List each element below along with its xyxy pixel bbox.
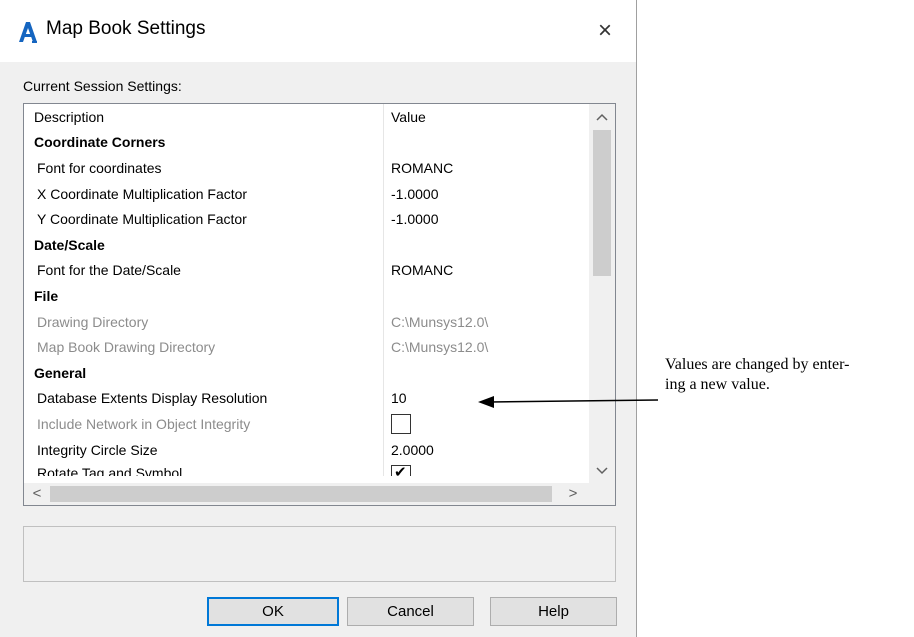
horizontal-scroll-thumb[interactable] <box>50 486 552 502</box>
setting-description: General <box>34 364 87 381</box>
title-bar: Map Book Settings × <box>0 0 636 62</box>
grid-setting-row[interactable]: Font for coordinates ROMANC <box>24 155 589 181</box>
setting-value-cell <box>383 462 589 477</box>
grid-setting-row[interactable]: Map Book Drawing Directory C:\Munsys12.0\ <box>24 334 589 360</box>
window-title: Map Book Settings <box>46 18 206 39</box>
grid-setting-row[interactable]: X Coordinate Multiplication Factor -1.000… <box>24 180 589 207</box>
setting-description: Map Book Drawing Directory <box>37 339 216 356</box>
description-panel <box>23 526 616 582</box>
setting-description: Integrity Circle Size <box>37 441 158 458</box>
setting-description: Font for the Date/Scale <box>37 262 181 279</box>
grid-setting-row[interactable]: Rotate Tag and Symbol <box>24 462 589 477</box>
setting-description: Font for coordinates <box>37 159 162 176</box>
setting-description: X Coordinate Multiplication Factor <box>37 185 248 202</box>
setting-value[interactable]: ROMANC <box>383 257 589 284</box>
map-book-settings-dialog: Map Book Settings × Current Session Sett… <box>0 0 637 637</box>
annotation-line-1: Values are changed by enter- <box>665 356 850 373</box>
setting-description: Y Coordinate Multiplication Factor <box>37 211 247 228</box>
setting-description: Rotate Tag and Symbol <box>37 465 183 477</box>
annotation-line-2: ing a new value. <box>665 376 770 393</box>
grid-setting-row[interactable]: Y Coordinate Multiplication Factor -1.000… <box>24 206 589 232</box>
vertical-scrollbar[interactable] <box>589 104 615 484</box>
help-button[interactable]: Help <box>490 597 617 626</box>
grid-category-row: Coordinate Corners <box>24 129 589 156</box>
setting-description: Coordinate Corners <box>34 134 166 151</box>
setting-value[interactable]: ROMANC <box>383 155 589 181</box>
grid-setting-row[interactable]: Integrity Circle Size 2.0000 <box>24 436 589 463</box>
cancel-button[interactable]: Cancel <box>347 597 474 626</box>
ok-button[interactable]: OK <box>207 597 339 626</box>
current-session-settings-label: Current Session Settings: <box>23 78 182 94</box>
setting-value: C:\Munsys12.0\ <box>383 308 589 335</box>
setting-description: Database Extents Display Resolution <box>37 390 268 407</box>
setting-value <box>383 283 589 309</box>
scroll-down-icon[interactable] <box>589 458 615 484</box>
scroll-right-icon[interactable]: > <box>560 483 586 505</box>
setting-value[interactable]: -1.0000 <box>383 180 589 207</box>
horizontal-scrollbar[interactable]: < > <box>24 483 615 505</box>
grid-header: Description Value <box>24 104 589 130</box>
grid-setting-row[interactable]: Font for the Date/Scale ROMANC <box>24 257 589 284</box>
setting-value[interactable]: -1.0000 <box>383 206 589 232</box>
setting-checkbox[interactable] <box>391 463 411 477</box>
column-header-value[interactable]: Value <box>383 104 589 130</box>
setting-value-cell <box>383 411 589 437</box>
setting-value <box>383 129 589 156</box>
setting-checkbox <box>391 413 411 434</box>
annotation-callout: Values are changed by enter- ing a new v… <box>665 355 914 395</box>
grid-category-row: File <box>24 283 589 309</box>
scroll-left-icon[interactable]: < <box>24 483 50 505</box>
close-button[interactable]: × <box>590 14 620 48</box>
setting-description: File <box>34 287 59 304</box>
settings-grid[interactable]: Description Value Coordinate Corners Font… <box>23 103 616 506</box>
setting-description: Drawing Directory <box>37 313 149 330</box>
callout-arrow-icon <box>478 396 659 408</box>
column-header-description[interactable]: Description <box>24 104 383 130</box>
settings-rows: Description Value Coordinate Corners Font… <box>24 104 589 484</box>
grid-category-row: Date/Scale <box>24 231 589 258</box>
setting-value: C:\Munsys12.0\ <box>383 334 589 360</box>
scroll-up-icon[interactable] <box>589 104 615 130</box>
scrollbar-corner <box>589 483 615 505</box>
grid-setting-row[interactable]: Drawing Directory C:\Munsys12.0\ <box>24 308 589 335</box>
vertical-scroll-thumb[interactable] <box>593 130 611 276</box>
autocad-a-icon <box>19 22 37 43</box>
setting-description: Include Network in Object Integrity <box>37 415 251 432</box>
setting-value[interactable]: 2.0000 <box>383 436 589 463</box>
grid-setting-row[interactable]: Include Network in Object Integrity <box>24 411 589 437</box>
setting-description: Date/Scale <box>34 236 105 253</box>
setting-value <box>383 231 589 258</box>
